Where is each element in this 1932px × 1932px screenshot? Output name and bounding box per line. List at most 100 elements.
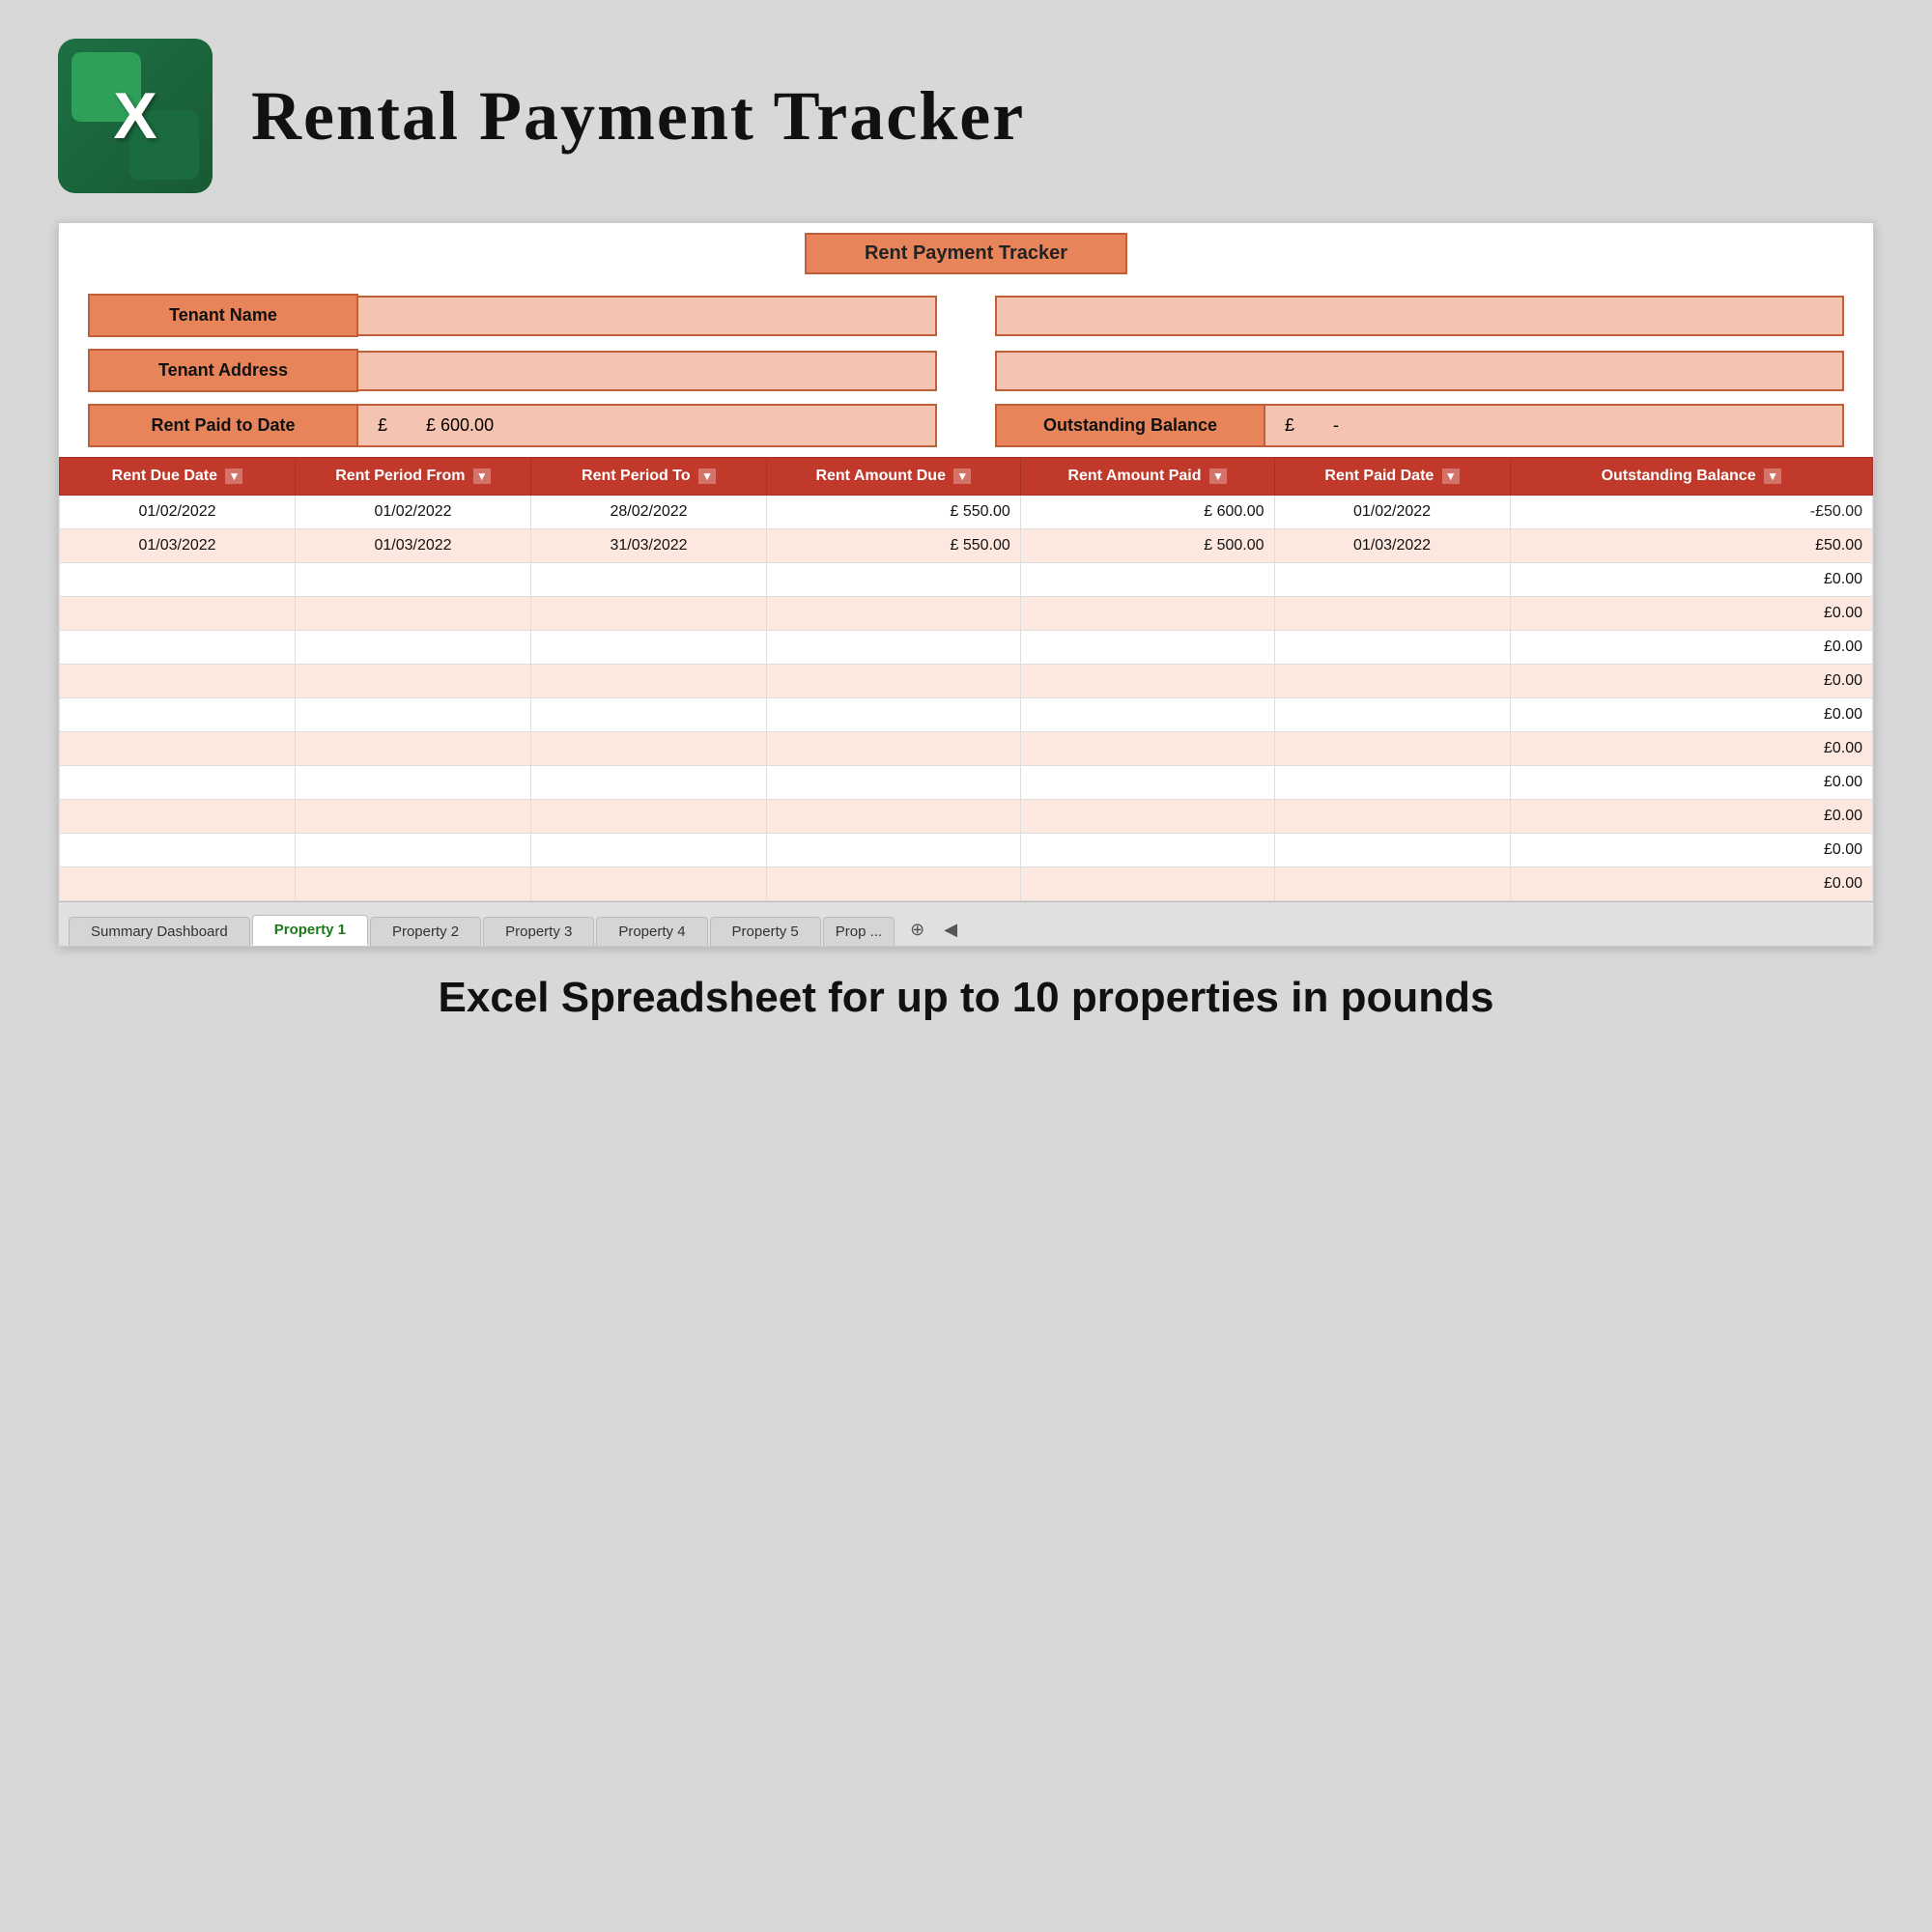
tenant-name-value[interactable] <box>358 296 937 336</box>
table-cell[interactable]: £0.00 <box>1510 867 1872 901</box>
table-cell[interactable]: £0.00 <box>1510 563 1872 597</box>
table-cell[interactable] <box>1274 563 1510 597</box>
table-cell[interactable] <box>767 834 1021 867</box>
table-cell[interactable] <box>296 834 531 867</box>
table-cell[interactable] <box>1274 597 1510 631</box>
tenant-address-value[interactable] <box>358 351 937 391</box>
table-cell[interactable]: 01/02/2022 <box>296 496 531 529</box>
table-cell[interactable]: -£50.00 <box>1510 496 1872 529</box>
table-cell[interactable] <box>531 867 767 901</box>
table-cell[interactable]: £ 600.00 <box>1020 496 1274 529</box>
table-cell[interactable] <box>1274 834 1510 867</box>
table-cell[interactable] <box>60 732 296 766</box>
outstanding-value[interactable]: £ - <box>1265 404 1844 447</box>
table-cell[interactable] <box>1274 665 1510 698</box>
table-cell[interactable] <box>296 631 531 665</box>
table-cell[interactable] <box>1020 698 1274 732</box>
table-cell[interactable] <box>296 563 531 597</box>
table-cell[interactable] <box>296 766 531 800</box>
table-cell[interactable] <box>767 597 1021 631</box>
tab-summary-dashboard[interactable]: Summary Dashboard <box>69 917 250 946</box>
rent-paid-value[interactable]: £ £ 600.00 <box>358 404 937 447</box>
table-cell[interactable] <box>60 766 296 800</box>
table-cell[interactable] <box>296 665 531 698</box>
table-cell[interactable] <box>531 732 767 766</box>
table-cell[interactable] <box>1274 867 1510 901</box>
table-cell[interactable]: 01/02/2022 <box>60 496 296 529</box>
table-cell[interactable] <box>767 563 1021 597</box>
table-cell[interactable] <box>531 631 767 665</box>
table-cell[interactable] <box>1020 563 1274 597</box>
table-cell[interactable] <box>531 766 767 800</box>
table-cell[interactable] <box>767 766 1021 800</box>
table-cell[interactable]: £0.00 <box>1510 665 1872 698</box>
table-cell[interactable] <box>767 631 1021 665</box>
tab-nav-arrow[interactable]: ◀ <box>936 914 965 946</box>
table-cell[interactable] <box>60 698 296 732</box>
col-rent-amount-paid-filter[interactable]: ▼ <box>1209 469 1227 484</box>
table-cell[interactable] <box>1274 698 1510 732</box>
col-rent-due-date-filter[interactable]: ▼ <box>225 469 242 484</box>
col-rent-amount-due[interactable]: Rent Amount Due ▼ <box>767 458 1021 496</box>
table-cell[interactable]: 01/03/2022 <box>60 529 296 563</box>
table-cell[interactable] <box>767 698 1021 732</box>
col-rent-due-date[interactable]: Rent Due Date ▼ <box>60 458 296 496</box>
col-rent-period-to-filter[interactable]: ▼ <box>698 469 716 484</box>
table-cell[interactable]: 01/03/2022 <box>296 529 531 563</box>
table-cell[interactable] <box>531 800 767 834</box>
table-cell[interactable] <box>767 800 1021 834</box>
tenant-name-right-value[interactable] <box>995 296 1844 336</box>
table-cell[interactable] <box>531 597 767 631</box>
table-cell[interactable] <box>767 867 1021 901</box>
tab-property-5[interactable]: Property 5 <box>710 917 821 946</box>
col-rent-period-to[interactable]: Rent Period To ▼ <box>531 458 767 496</box>
table-cell[interactable] <box>1020 665 1274 698</box>
table-cell[interactable]: £ 550.00 <box>767 496 1021 529</box>
table-cell[interactable]: £0.00 <box>1510 631 1872 665</box>
table-cell[interactable]: 01/03/2022 <box>1274 529 1510 563</box>
tenant-address-right-value[interactable] <box>995 351 1844 391</box>
table-cell[interactable] <box>531 563 767 597</box>
table-cell[interactable] <box>1274 631 1510 665</box>
table-cell[interactable]: £0.00 <box>1510 698 1872 732</box>
tab-property-4[interactable]: Property 4 <box>596 917 707 946</box>
col-rent-amount-paid[interactable]: Rent Amount Paid ▼ <box>1020 458 1274 496</box>
table-cell[interactable] <box>1274 800 1510 834</box>
table-cell[interactable] <box>767 732 1021 766</box>
tab-add-button[interactable]: ⊕ <box>900 914 934 946</box>
tab-property-3[interactable]: Property 3 <box>483 917 594 946</box>
table-cell[interactable] <box>60 631 296 665</box>
table-cell[interactable] <box>60 834 296 867</box>
table-cell[interactable] <box>767 665 1021 698</box>
table-cell[interactable] <box>1274 732 1510 766</box>
table-cell[interactable] <box>1020 631 1274 665</box>
table-cell[interactable] <box>296 800 531 834</box>
col-outstanding-balance-filter[interactable]: ▼ <box>1764 469 1781 484</box>
table-cell[interactable]: £0.00 <box>1510 800 1872 834</box>
table-cell[interactable]: £0.00 <box>1510 834 1872 867</box>
table-cell[interactable] <box>1020 597 1274 631</box>
table-cell[interactable] <box>531 698 767 732</box>
table-cell[interactable] <box>60 563 296 597</box>
table-cell[interactable]: 01/02/2022 <box>1274 496 1510 529</box>
table-cell[interactable] <box>60 597 296 631</box>
table-cell[interactable] <box>1020 834 1274 867</box>
col-outstanding-balance[interactable]: Outstanding Balance ▼ <box>1510 458 1872 496</box>
tab-property-1[interactable]: Property 1 <box>252 915 368 946</box>
col-rent-amount-due-filter[interactable]: ▼ <box>953 469 971 484</box>
table-cell[interactable] <box>296 867 531 901</box>
table-cell[interactable] <box>1020 732 1274 766</box>
col-rent-period-from[interactable]: Rent Period From ▼ <box>296 458 531 496</box>
tab-more[interactable]: Prop ... <box>823 917 895 946</box>
table-cell[interactable] <box>1020 800 1274 834</box>
table-cell[interactable]: £ 500.00 <box>1020 529 1274 563</box>
col-rent-paid-date[interactable]: Rent Paid Date ▼ <box>1274 458 1510 496</box>
tab-property-2[interactable]: Property 2 <box>370 917 481 946</box>
table-cell[interactable] <box>531 665 767 698</box>
col-rent-paid-date-filter[interactable]: ▼ <box>1442 469 1460 484</box>
table-cell[interactable] <box>296 597 531 631</box>
table-cell[interactable] <box>60 665 296 698</box>
table-cell[interactable] <box>60 800 296 834</box>
table-cell[interactable]: 28/02/2022 <box>531 496 767 529</box>
table-cell[interactable]: £0.00 <box>1510 766 1872 800</box>
